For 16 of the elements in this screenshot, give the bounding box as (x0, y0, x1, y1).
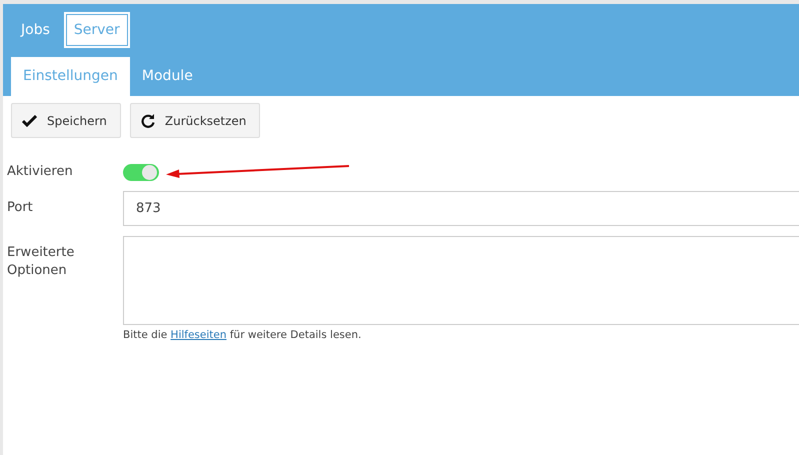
field-label: Erweiterte Optionen (7, 244, 76, 280)
check-icon (22, 114, 37, 126)
save-button[interactable]: Speichern (11, 103, 121, 138)
nav-tab[interactable]: Server (64, 12, 130, 48)
reset-button[interactable]: Zurücksetzen (130, 103, 260, 138)
sub-tab[interactable]: Module (130, 57, 205, 96)
nav-tab[interactable]: Jobs (11, 12, 60, 48)
field-label: Aktivieren (7, 163, 74, 181)
sub-tab[interactable]: Einstellungen (11, 57, 130, 96)
options-field[interactable] (123, 236, 799, 325)
help-text: Bitte die Hilfeseiten für weitere Details lesen. (123, 329, 362, 341)
help-link[interactable]: Hilfeseiten (170, 329, 227, 341)
toggle-switch[interactable] (123, 164, 159, 181)
refresh-icon (140, 114, 155, 128)
port-field[interactable]: 873 (123, 191, 799, 226)
field-label: Port (7, 199, 34, 217)
